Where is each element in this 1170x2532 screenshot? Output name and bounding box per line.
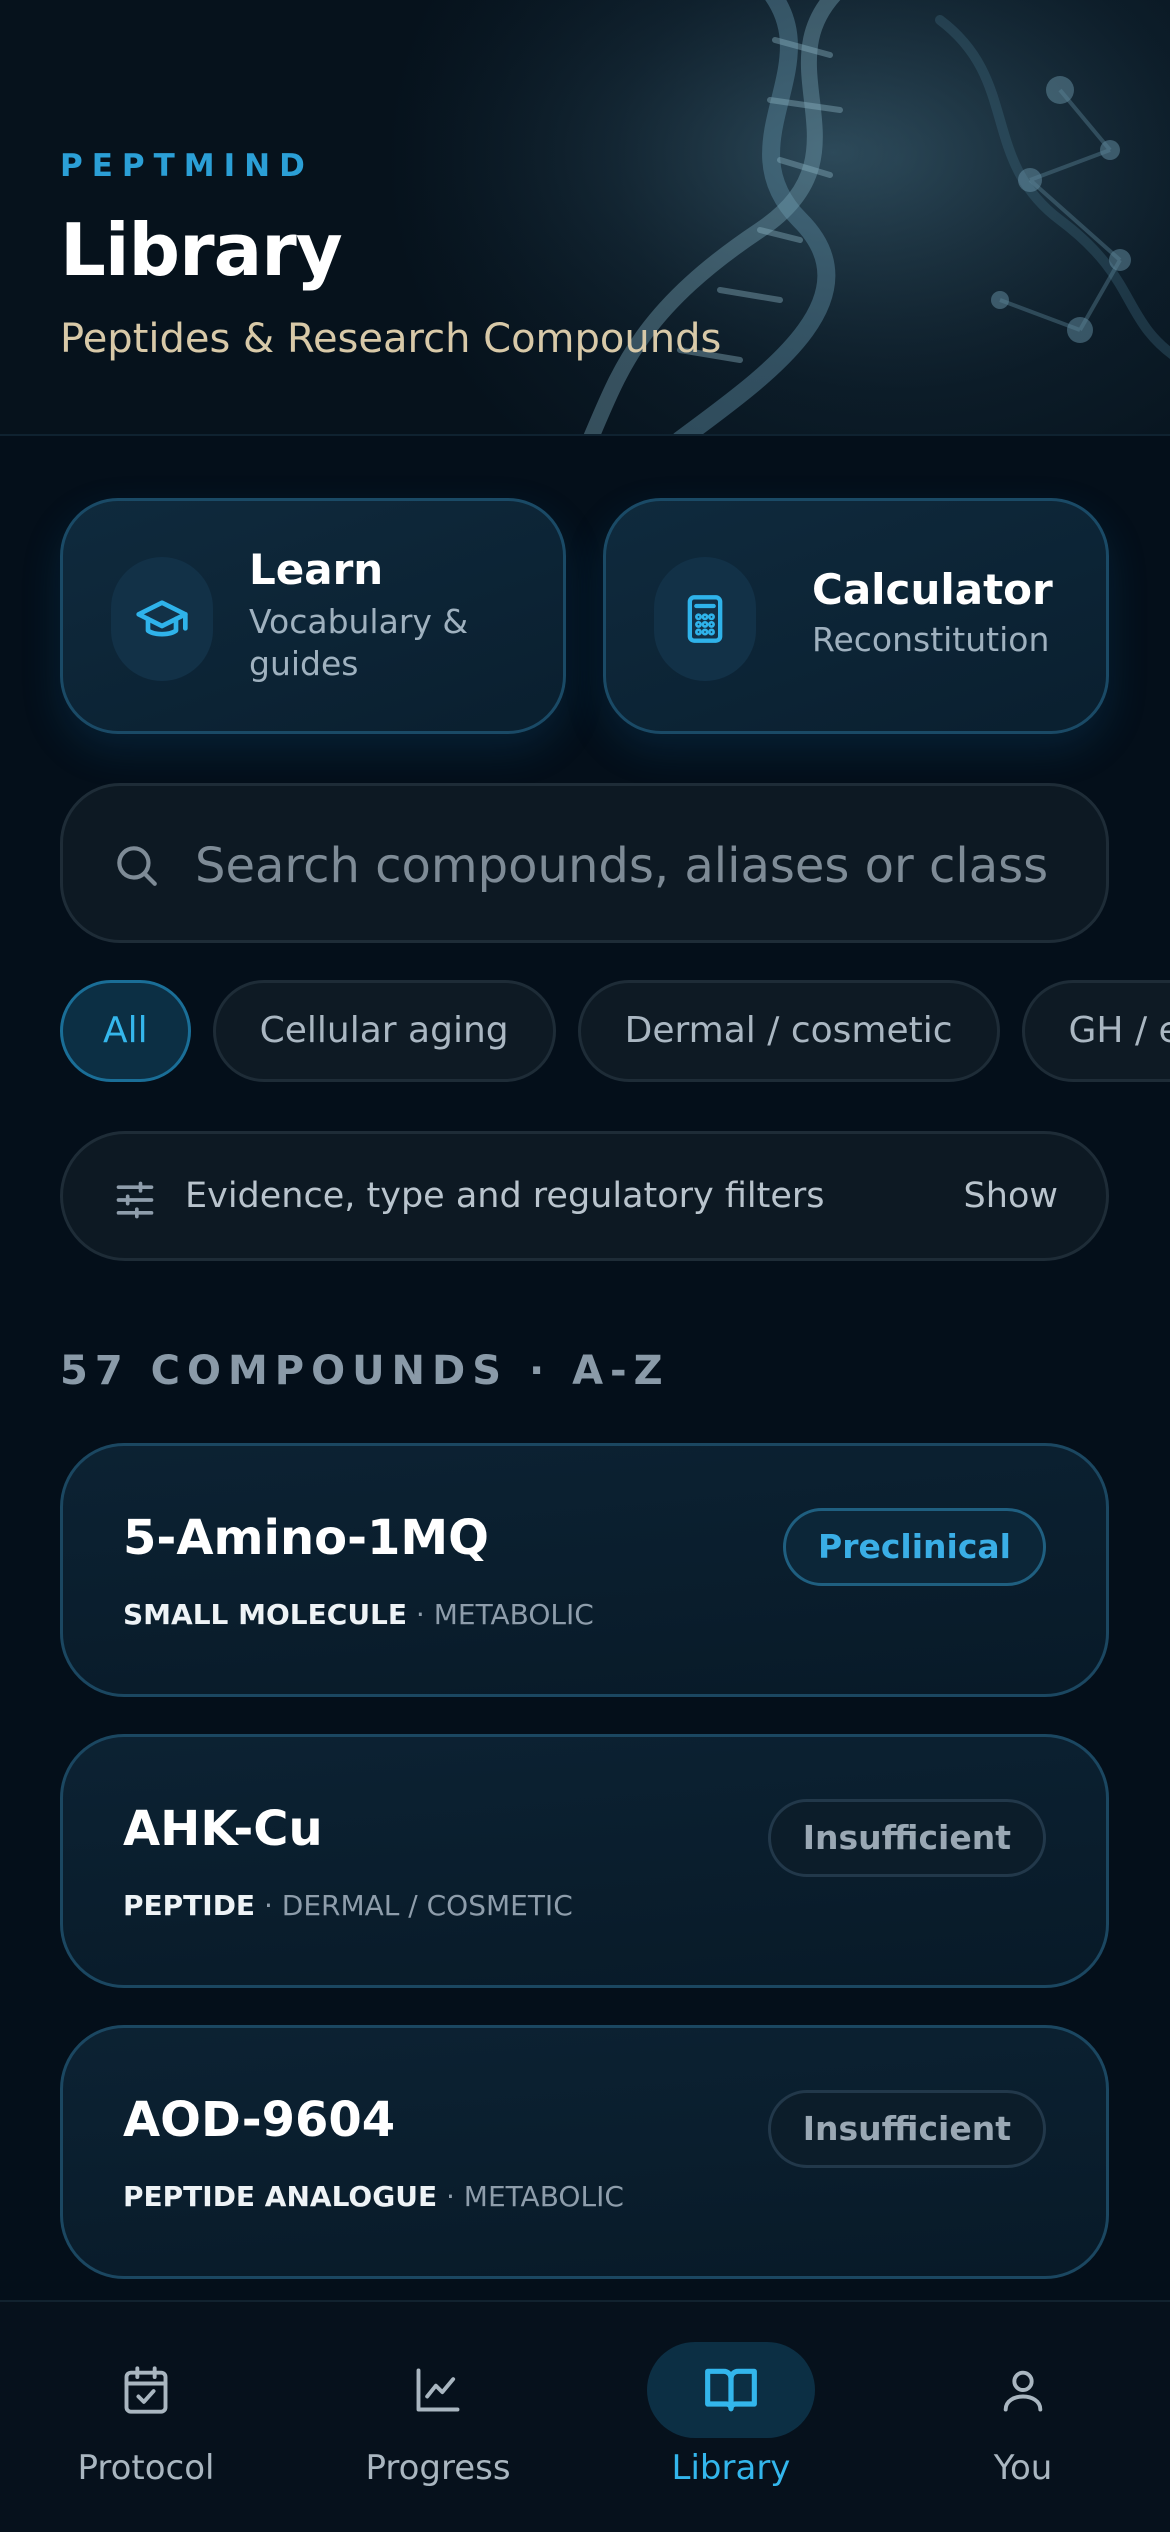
learn-card[interactable]: Learn Vocabulary & guides [60, 498, 566, 734]
graduation-cap-icon [111, 557, 213, 681]
compound-card[interactable]: AHK-Cu PEPTIDE · DERMAL / COSMETIC Insuf… [60, 1734, 1109, 1988]
compound-meta: PEPTIDE ANALOGUE · METABOLIC [123, 2180, 624, 2213]
nav-label: Protocol [77, 2448, 215, 2488]
nav-item-library[interactable]: Library [585, 2302, 877, 2532]
compound-type: PEPTIDE [123, 1889, 256, 1922]
user-icon [939, 2342, 1107, 2438]
chip-cellular-aging[interactable]: Cellular aging [212, 980, 556, 1082]
filters-label: Evidence, type and regulatory filters [185, 1176, 825, 1216]
compound-card[interactable]: AOD-9604 PEPTIDE ANALOGUE · METABOLIC In… [60, 2025, 1109, 2279]
nav-label: You [993, 2448, 1053, 2488]
calculator-title: Calculator [812, 565, 1053, 614]
evidence-badge: Insufficient [767, 2090, 1046, 2168]
open-book-icon [647, 2342, 815, 2438]
calculator-icon [654, 557, 756, 681]
search-bar[interactable] [60, 783, 1109, 943]
chip-gh-endocrine[interactable]: GH / endocrine [1021, 980, 1170, 1082]
page-subtitle: Peptides & Research Compounds [60, 316, 722, 362]
calculator-subtitle: Reconstitution [812, 620, 1050, 659]
compound-class: METABOLIC [463, 2180, 624, 2213]
compound-type: PEPTIDE ANALOGUE [123, 2180, 438, 2213]
sliders-icon [116, 1181, 154, 1219]
compound-name: AOD-9604 [123, 2092, 396, 2148]
nav-item-protocol[interactable]: Protocol [0, 2302, 292, 2532]
filters-show-toggle[interactable]: Show [964, 1176, 1058, 1216]
chip-all[interactable]: All [60, 980, 191, 1082]
compound-card[interactable]: 5-Amino-1MQ SMALL MOLECULE · METABOLIC P… [60, 1443, 1109, 1697]
brand-name: PEPTMIND [60, 148, 314, 184]
filters-bar[interactable]: Evidence, type and regulatory filters Sh… [60, 1131, 1109, 1261]
calculator-card[interactable]: Calculator Reconstitution [603, 498, 1109, 734]
nav-label: Library [671, 2448, 791, 2488]
compound-class: DERMAL / COSMETIC [281, 1889, 573, 1922]
compound-class: METABOLIC [433, 1598, 594, 1631]
learn-title: Learn [249, 545, 384, 594]
compound-name: AHK-Cu [123, 1801, 323, 1857]
compound-meta: PEPTIDE · DERMAL / COSMETIC [123, 1889, 573, 1922]
chip-dermal-cosmetic[interactable]: Dermal / cosmetic [577, 980, 1000, 1082]
dna-helix-image [420, 0, 1170, 434]
nav-label: Progress [365, 2448, 511, 2488]
evidence-badge: Preclinical [783, 1508, 1046, 1586]
page-title: Library [60, 208, 343, 292]
learn-subtitle: Vocabulary & guides [249, 602, 469, 683]
compound-meta: SMALL MOLECULE · METABOLIC [123, 1598, 594, 1631]
compound-name: 5-Amino-1MQ [123, 1510, 489, 1566]
search-input[interactable] [195, 826, 1075, 906]
search-icon [117, 846, 157, 886]
hero-header: PEPTMIND Library Peptides & Research Com… [0, 0, 1170, 436]
compound-count: 57 COMPOUNDS · A-Z [60, 1348, 670, 1394]
category-chips: All Cellular aging Dermal / cosmetic GH / e… [60, 980, 1170, 1084]
calendar-check-icon [62, 2342, 230, 2438]
compound-type: SMALL MOLECULE [123, 1598, 408, 1631]
line-chart-icon [354, 2342, 522, 2438]
bottom-nav: Protocol Progress Library You [0, 2300, 1170, 2532]
nav-item-progress[interactable]: Progress [292, 2302, 584, 2532]
nav-item-you[interactable]: You [877, 2302, 1169, 2532]
evidence-badge: Insufficient [767, 1799, 1046, 1877]
